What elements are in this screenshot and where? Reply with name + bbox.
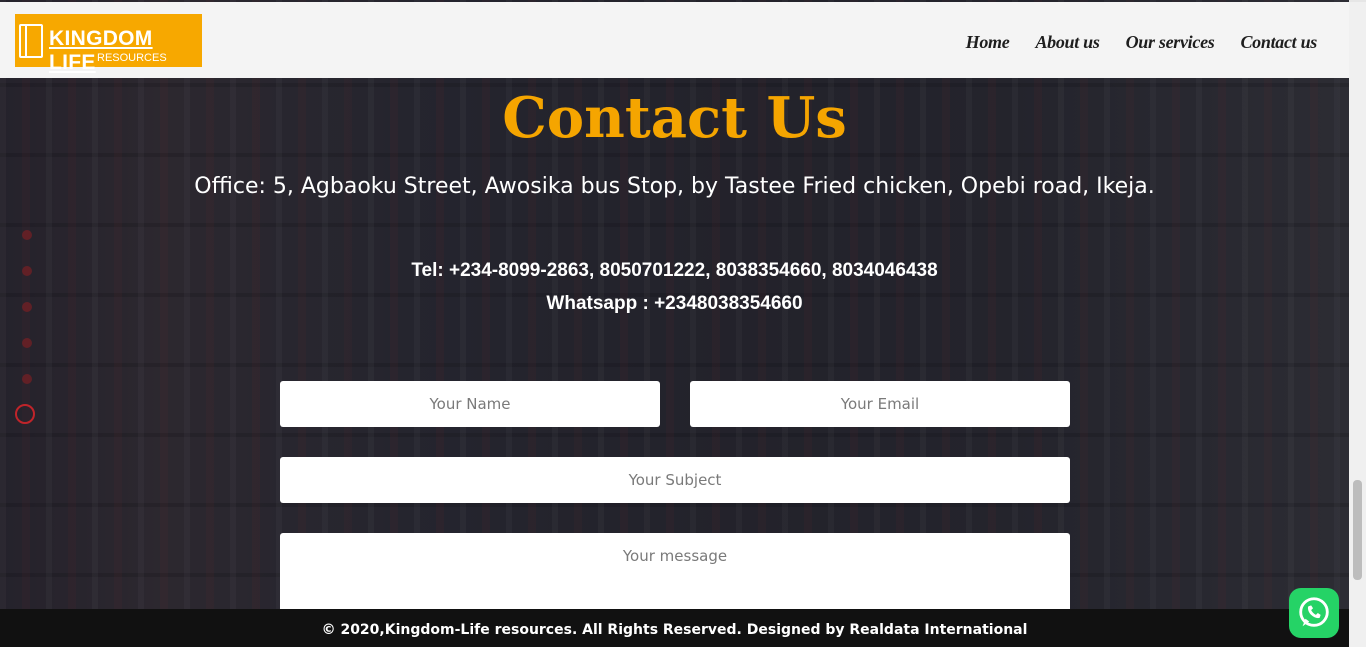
book-icon [19,24,43,58]
page-scrollbar[interactable] [1349,2,1366,647]
side-dot [22,374,32,384]
whatsapp-number: Whatsapp : +2348038354660 [546,293,803,314]
whatsapp-icon [1299,597,1329,627]
logo-subtitle: RESOURCES [97,52,167,64]
nav-our-services[interactable]: Our services [1126,32,1215,53]
scrollbar-thumb[interactable] [1353,480,1362,580]
main-nav: Home About us Our services Contact us [966,32,1318,53]
nav-contact-us[interactable]: Contact us [1240,32,1317,53]
telephone-numbers: Tel: +234-8099-2863, 8050701222, 8038354… [411,260,938,281]
side-dot [22,230,32,240]
office-address: Office: 5, Agbaoku Street, Awosika bus S… [194,174,1155,199]
logo[interactable]: KINGDOM LIFE RESOURCES [15,14,202,74]
email-input[interactable] [690,381,1070,427]
side-dot [22,338,32,348]
nav-about-us[interactable]: About us [1035,32,1099,53]
subject-input[interactable] [280,457,1070,503]
logo-title: KINGDOM LIFE [49,27,153,74]
copyright-text: © 2020,Kingdom-Life resources. All Right… [321,622,1028,638]
name-input[interactable] [280,381,660,427]
nav-home[interactable]: Home [966,32,1010,53]
whatsapp-chat-button[interactable] [1289,588,1339,638]
message-textarea[interactable] [280,533,1070,613]
footer: © 2020,Kingdom-Life resources. All Right… [0,609,1349,647]
navbar: KINGDOM LIFE RESOURCES Home About us Our… [0,2,1349,78]
side-ring-indicator[interactable] [15,404,35,424]
page-title: Contact Us [502,85,847,151]
